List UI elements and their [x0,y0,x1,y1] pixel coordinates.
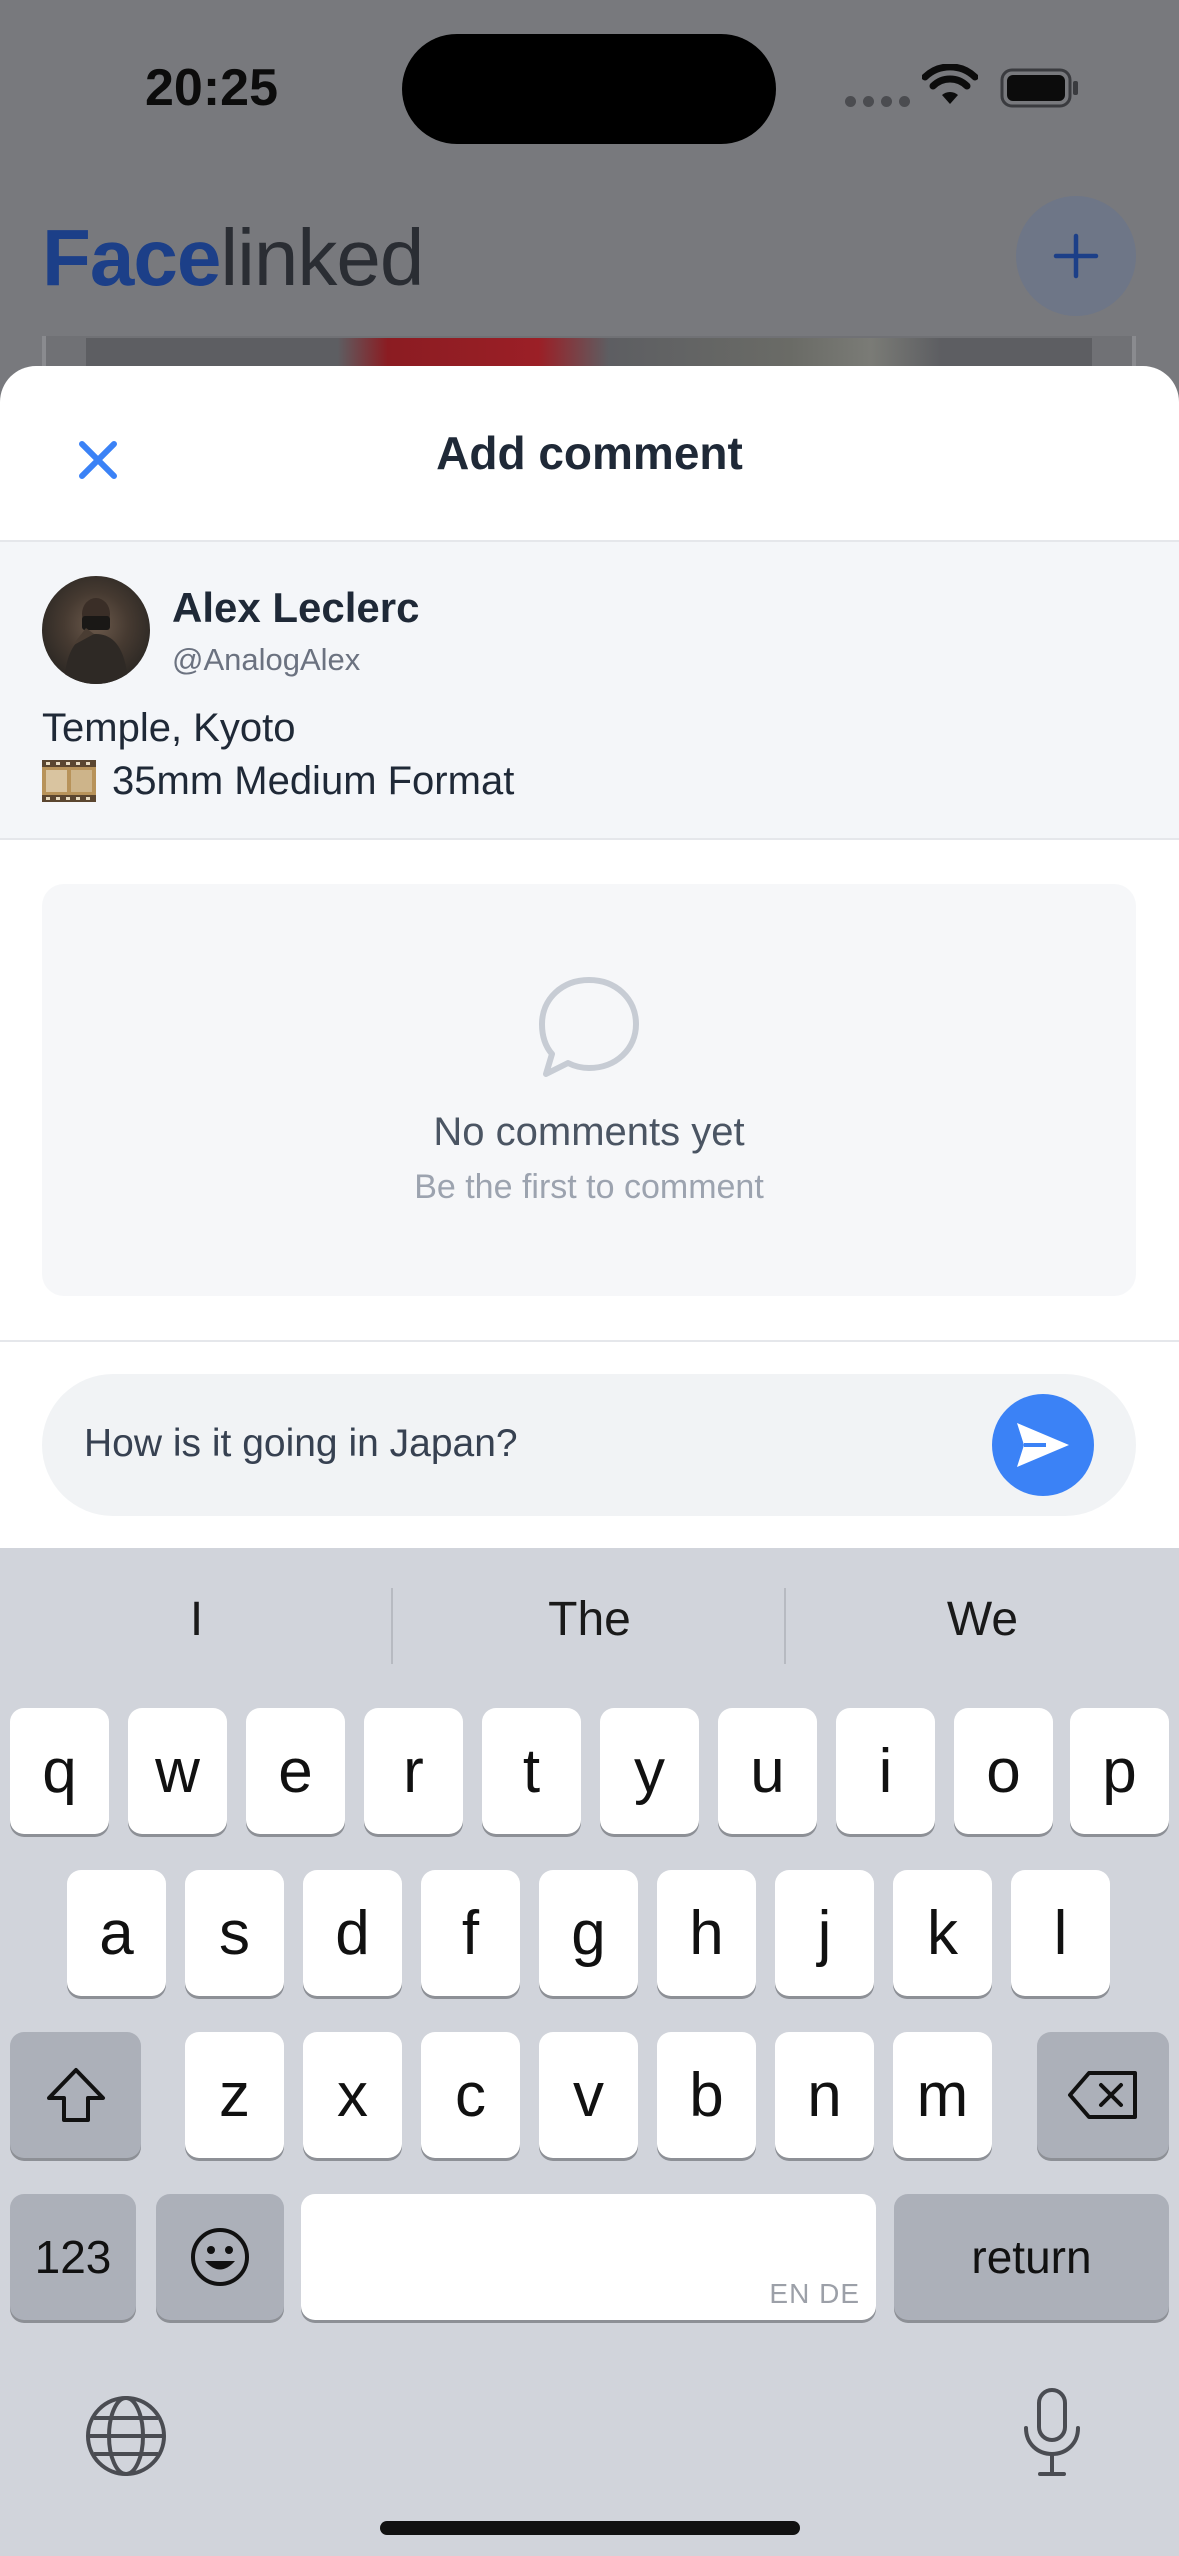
status-time: 20:25 [145,59,278,117]
battery-icon [1000,68,1078,108]
new-post-button[interactable] [1016,196,1136,316]
brand-bold: Face [42,213,221,302]
backspace-key[interactable] [1037,2032,1169,2158]
key-r[interactable]: r [364,1708,463,1834]
author-handle: @AnalogAlex [172,642,361,677]
key-b[interactable]: b [657,2032,756,2158]
divider [0,1340,1179,1342]
post-location: Temple, Kyoto [42,706,296,750]
key-y[interactable]: y [600,1708,699,1834]
key-p[interactable]: p [1070,1708,1169,1834]
author-name: Alex Leclerc [172,584,420,631]
dynamic-island [402,34,776,144]
key-q[interactable]: q [10,1708,109,1834]
suggestion-1[interactable]: I [0,1592,393,1647]
key-m[interactable]: m [893,2032,992,2158]
sheet-title: Add comment [436,427,743,479]
status-bar: 20:25 [0,0,1179,160]
emoji-icon [191,2228,249,2286]
send-icon [1017,1423,1069,1467]
film-format-text: 35mm Medium Format [112,758,515,803]
chat-bubble-icon [539,977,639,1077]
key-o[interactable]: o [954,1708,1053,1834]
microphone-icon[interactable] [1018,2386,1086,2478]
keyboard-suggestions: I The We [0,1548,1179,1708]
key-j[interactable]: j [775,1870,874,1996]
avatar-photo [64,598,128,684]
comment-sheet: Add comment Alex Leclerc @AnalogAlex Tem… [0,366,1179,1548]
backspace-icon [1068,2071,1137,2119]
key-l[interactable]: l [1011,1870,1110,1996]
key-t[interactable]: t [482,1708,581,1834]
film-frames-icon [42,760,96,802]
brand-regular: linked [220,213,424,302]
empty-title: No comments yet [433,1110,745,1154]
plus-icon [1053,233,1099,279]
send-button[interactable] [992,1394,1094,1496]
shift-key[interactable] [10,2032,141,2158]
key-n[interactable]: n [775,2032,874,2158]
key-c[interactable]: c [421,2032,520,2158]
wifi-icon [922,64,978,104]
key-d[interactable]: d [303,1870,402,1996]
comment-input-value[interactable]: How is it going in Japan? [84,1422,518,1466]
globe-icon[interactable] [84,2394,168,2478]
post-summary: Alex Leclerc @AnalogAlex Temple, Kyoto 3… [0,542,1179,840]
key-v[interactable]: v [539,2032,638,2158]
key-s[interactable]: s [185,1870,284,1996]
background-app: 20:25 Facelinked [0,0,1179,400]
comments-empty-state: No comments yet Be the first to comment [42,884,1136,1296]
key-g[interactable]: g [539,1870,638,1996]
suggestion-3[interactable]: We [786,1592,1179,1647]
key-k[interactable]: k [893,1870,992,1996]
home-indicator[interactable] [380,2521,800,2535]
return-key[interactable]: return [894,2194,1169,2320]
emoji-key[interactable] [156,2194,284,2320]
key-e[interactable]: e [246,1708,345,1834]
space-language-hint: EN DE [769,2278,860,2309]
key-h[interactable]: h [657,1870,756,1996]
sheet-header: Add comment [0,366,1179,542]
empty-subtitle: Be the first to comment [414,1168,764,1206]
key-i[interactable]: i [836,1708,935,1834]
post-film-format: 35mm Medium Format [42,756,514,806]
key-u[interactable]: u [718,1708,817,1834]
key-x[interactable]: x [303,2032,402,2158]
numbers-key[interactable]: 123 [10,2194,136,2320]
space-key[interactable]: EN DE [301,2194,876,2320]
suggestion-2[interactable]: The [393,1592,786,1647]
key-a[interactable]: a [67,1870,166,1996]
keyboard: I The We q w e r t y u i o p a s d f g h… [0,1548,1179,2556]
comment-input[interactable]: How is it going in Japan? [42,1374,1136,1516]
cellular-signal-icon [845,96,910,107]
app-logo: Facelinked [42,212,424,304]
key-z[interactable]: z [185,2032,284,2158]
key-f[interactable]: f [421,1870,520,1996]
shift-icon [46,2068,105,2122]
key-w[interactable]: w [128,1708,227,1834]
avatar[interactable] [42,576,150,684]
